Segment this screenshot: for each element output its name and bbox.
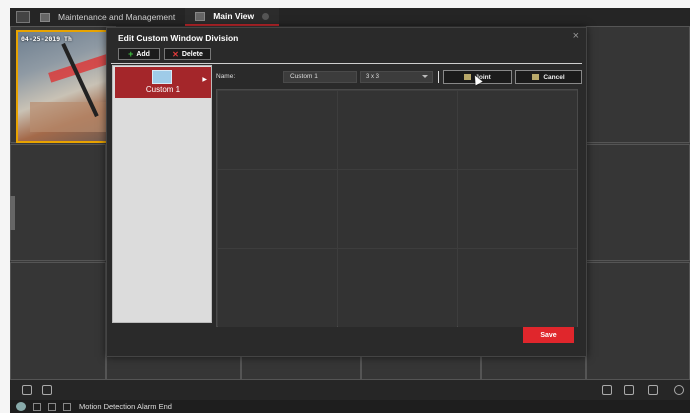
- division-grid: [216, 89, 578, 327]
- grid-cell[interactable]: [458, 91, 577, 169]
- app-window: Maintenance and Management Main View 04-…: [0, 0, 690, 413]
- view-cell[interactable]: [481, 356, 586, 380]
- name-label: Name:: [216, 73, 236, 80]
- alarm-icon[interactable]: [16, 402, 26, 411]
- layout-icon[interactable]: [624, 385, 634, 395]
- division-select[interactable]: 3 x 3: [360, 71, 433, 83]
- delete-label: Delete: [181, 50, 203, 58]
- view-cell[interactable]: [586, 262, 690, 380]
- divider: [111, 63, 582, 64]
- status-message: Motion Detection Alarm End: [79, 402, 172, 411]
- edit-window-division-dialog: Edit Custom Window Division × + Add ✕ De…: [106, 27, 587, 357]
- chevron-down-icon: [422, 75, 428, 78]
- delete-icon[interactable]: [33, 402, 41, 411]
- dialog-title: Edit Custom Window Division: [118, 33, 239, 43]
- list-item-label: Custom 1: [145, 85, 181, 94]
- grid-cell[interactable]: [218, 170, 337, 248]
- view-cell[interactable]: [586, 26, 690, 143]
- plus-icon: +: [128, 49, 134, 59]
- view-cell[interactable]: [586, 144, 690, 261]
- side-panel-handle[interactable]: [10, 196, 15, 230]
- grid-cell[interactable]: [338, 249, 457, 327]
- camera-timestamp: 04-25-2019 Th: [21, 35, 72, 43]
- settings-gear-icon[interactable]: [674, 385, 684, 395]
- add-label: Add: [136, 50, 150, 58]
- app-menu-icon[interactable]: [16, 11, 30, 23]
- close-icon[interactable]: ×: [573, 31, 579, 42]
- grid-cell[interactable]: [458, 249, 577, 327]
- tab-label: Main View: [213, 11, 255, 21]
- division-value: 3 x 3: [366, 74, 380, 80]
- storage-icon[interactable]: [42, 385, 52, 395]
- tab-close-icon[interactable]: [262, 12, 270, 20]
- tab-main-view[interactable]: Main View: [185, 8, 280, 26]
- view-cell[interactable]: [10, 262, 106, 380]
- grid-cell[interactable]: [218, 91, 337, 169]
- tab-maintenance[interactable]: Maintenance and Management: [30, 8, 185, 26]
- delete-button[interactable]: ✕ Delete: [164, 48, 211, 60]
- fullscreen-icon[interactable]: [648, 385, 658, 395]
- status-bar: Motion Detection Alarm End: [10, 400, 690, 413]
- view-cell[interactable]: [361, 356, 481, 380]
- bottom-toolbar: [10, 380, 690, 400]
- window-division-icon[interactable]: [602, 385, 612, 395]
- view-cell[interactable]: [10, 144, 106, 261]
- cancel-button[interactable]: Cancel: [515, 70, 582, 84]
- grid-cell[interactable]: [338, 170, 457, 248]
- separator: [438, 71, 439, 83]
- main-view-icon: [195, 11, 206, 21]
- delete-x-icon: ✕: [172, 49, 179, 59]
- list-item-custom-1[interactable]: ▶ Custom 1: [115, 67, 211, 98]
- custom-division-list: ▶ Custom 1: [112, 65, 212, 323]
- tab-bar: Maintenance and Management Main View: [10, 8, 690, 26]
- audio-icon[interactable]: [22, 385, 32, 395]
- view-cell[interactable]: [106, 356, 241, 380]
- list-icon[interactable]: [48, 402, 56, 411]
- maintenance-icon: [40, 12, 50, 22]
- cancel-icon: [532, 74, 540, 80]
- tab-label: Maintenance and Management: [58, 12, 176, 22]
- view-cell[interactable]: [241, 356, 361, 380]
- add-button[interactable]: + Add: [118, 48, 160, 60]
- sound-icon[interactable]: [63, 402, 71, 411]
- monitor-icon: [152, 70, 172, 84]
- save-button[interactable]: Save: [523, 327, 574, 343]
- grid-cell[interactable]: [218, 249, 337, 327]
- cancel-label: Cancel: [543, 73, 565, 81]
- grid-cell[interactable]: [338, 91, 457, 169]
- name-input[interactable]: Custom 1: [283, 71, 357, 83]
- grid-cell[interactable]: [458, 170, 577, 248]
- chevron-right-icon: ▶: [202, 77, 207, 83]
